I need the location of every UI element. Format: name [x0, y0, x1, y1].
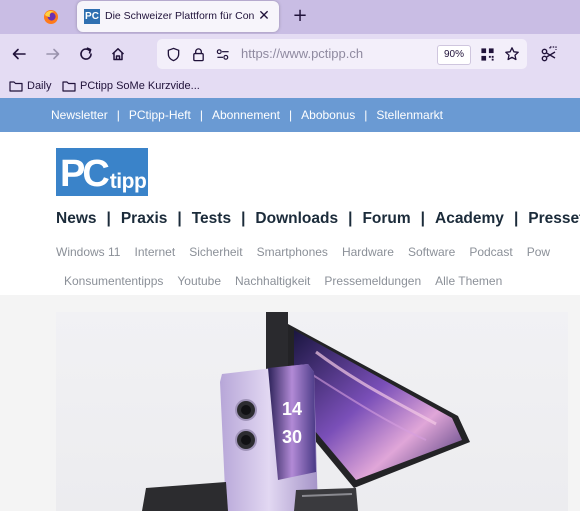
separator: |	[289, 108, 293, 122]
site-top-links: Newsletter | PCtipp-Heft | Abonnement | …	[51, 98, 443, 132]
phone-clock-minute: 30	[282, 427, 302, 447]
link-newsletter[interactable]: Newsletter	[51, 108, 108, 122]
link-pctipp-heft[interactable]: PCtipp-Heft	[129, 108, 191, 122]
separator: |	[116, 108, 120, 122]
topic-link[interactable]: Pressemeldungen	[324, 274, 421, 288]
topic-link[interactable]: Konsumententipps	[64, 274, 163, 288]
topic-link[interactable]: Pow	[527, 245, 550, 259]
url-text[interactable]: https://www.pctipp.ch	[241, 46, 363, 61]
back-button[interactable]	[8, 43, 30, 65]
folder-icon	[62, 81, 76, 92]
topic-link[interactable]: Alle Themen	[435, 274, 502, 288]
arrow-right-icon	[46, 48, 60, 60]
firefox-pinned-tab[interactable]	[38, 6, 64, 28]
logo-pc-text: PC	[60, 153, 110, 195]
bookmark-label: PCtipp SoMe Kurzvide...	[80, 80, 200, 92]
bookmark-folder-pctipp[interactable]: PCtipp SoMe Kurzvide...	[62, 78, 200, 94]
topic-nav-row-1: Windows 11 Internet Sicherheit Smartphon…	[56, 243, 564, 261]
bookmarks-toolbar: Daily PCtipp SoMe Kurzvide...	[0, 74, 580, 98]
topic-link[interactable]: Sicherheit	[189, 245, 242, 259]
shield-icon[interactable]	[165, 46, 181, 62]
topic-link[interactable]: Internet	[134, 245, 175, 259]
home-icon	[111, 48, 125, 61]
plus-icon[interactable]: +	[289, 5, 311, 27]
tab-title: Die Schweizer Plattform für Con	[105, 10, 255, 22]
link-abonnement[interactable]: Abonnement	[212, 108, 280, 122]
link-abobonus[interactable]: Abobonus	[301, 108, 355, 122]
topic-link[interactable]: Nachhaltigkeit	[235, 274, 310, 288]
separator: |	[241, 210, 246, 227]
separator: |	[177, 210, 182, 227]
pctipp-logo[interactable]: PC tipp	[56, 148, 148, 196]
qr-code-icon[interactable]	[479, 46, 495, 62]
topic-link[interactable]: Youtube	[177, 274, 221, 288]
separator: |	[513, 210, 519, 227]
site-top-bar: Newsletter | PCtipp-Heft | Abonnement | …	[0, 98, 580, 132]
nav-forum[interactable]: Forum	[362, 210, 410, 228]
address-bar[interactable]: https://www.pctipp.ch 90%	[157, 39, 527, 69]
active-tab[interactable]: PC Die Schweizer Plattform für Con ✕	[77, 1, 279, 32]
nav-praxis[interactable]: Praxis	[121, 210, 168, 228]
topic-nav-row-2: Konsumententipps Youtube Nachhaltigkeit …	[64, 272, 516, 290]
lock-icon[interactable]	[190, 46, 206, 62]
topic-link[interactable]: Podcast	[469, 245, 512, 259]
topic-link[interactable]: Software	[408, 245, 455, 259]
separator: |	[348, 210, 353, 227]
link-stellenmarkt[interactable]: Stellenmarkt	[376, 108, 443, 122]
separator: |	[199, 108, 203, 122]
nav-downloads[interactable]: Downloads	[255, 210, 338, 228]
logo-tipp-text: tipp	[109, 170, 147, 193]
nav-pressetickers[interactable]: Pressetic	[528, 210, 580, 228]
tab-bar: PC Die Schweizer Plattform für Con ✕ +	[0, 0, 580, 34]
navigation-toolbar: https://www.pctipp.ch 90%	[0, 34, 580, 74]
phone-clock-hour: 14	[282, 399, 302, 419]
foldable-phone-illustration: 14 30	[142, 312, 470, 511]
reload-button[interactable]	[75, 43, 97, 65]
forward-button[interactable]	[42, 43, 64, 65]
zoom-level-badge[interactable]: 90%	[437, 45, 471, 65]
nav-tests[interactable]: Tests	[192, 210, 231, 228]
bookmark-label: Daily	[27, 80, 52, 92]
scissors-icon	[541, 46, 557, 62]
separator: |	[106, 210, 111, 227]
hero-image[interactable]: 14 30	[56, 312, 568, 511]
separator: |	[420, 210, 425, 227]
bookmark-folder-daily[interactable]: Daily	[9, 78, 51, 94]
topic-link[interactable]: Windows 11	[56, 245, 120, 259]
firefox-icon	[44, 10, 58, 24]
permissions-icon[interactable]	[215, 46, 231, 62]
pctipp-favicon: PC	[84, 9, 100, 24]
folder-icon	[9, 81, 23, 92]
close-icon[interactable]: ✕	[255, 7, 273, 25]
topic-link[interactable]: Smartphones	[257, 245, 328, 259]
nav-academy[interactable]: Academy	[435, 210, 504, 228]
reload-icon	[80, 47, 92, 60]
bookmark-star-icon[interactable]	[504, 46, 520, 62]
arrow-left-icon	[12, 48, 26, 60]
nav-news[interactable]: News	[56, 210, 97, 228]
screenshot-button[interactable]	[538, 43, 560, 65]
home-button[interactable]	[107, 43, 129, 65]
main-navigation: News | Praxis | Tests | Downloads | Foru…	[56, 207, 580, 231]
separator: |	[364, 108, 368, 122]
topic-link[interactable]: Hardware	[342, 245, 394, 259]
